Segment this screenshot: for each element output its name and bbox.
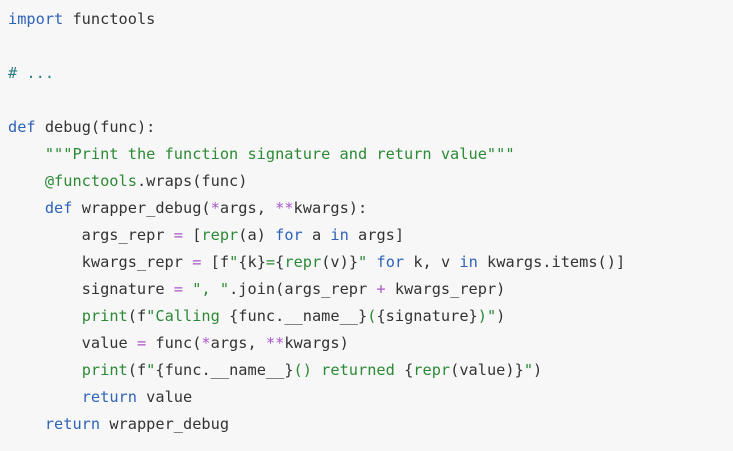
code-token: value: [8, 334, 137, 352]
code-token: in: [459, 253, 478, 271]
code-token: **: [275, 199, 294, 217]
code-token: kwargs): [284, 334, 349, 352]
code-token: return: [44, 415, 101, 433]
code-token: ", ": [192, 280, 230, 298]
code-token: =: [173, 226, 183, 244]
code-token: +: [376, 280, 386, 298]
code-token: wrapper_debug(: [72, 199, 211, 217]
code-token: func(: [146, 334, 202, 352]
code-token: return: [81, 388, 137, 406]
code-token: import: [8, 10, 64, 28]
code-line: args_repr = [repr(a) for a in args]: [8, 222, 733, 249]
code-token: print: [81, 307, 128, 325]
code-token: args,: [219, 199, 276, 217]
code-token: kwargs):: [293, 199, 368, 217]
code-token: {: [404, 361, 414, 379]
code-listing[interactable]: import functools # ... def debug(func): …: [8, 6, 733, 438]
code-token: (v)}: [321, 253, 359, 271]
code-token: repr: [284, 253, 322, 271]
code-line: print(f"{func.__name__}() returned {repr…: [8, 357, 733, 384]
code-token: (value)}: [450, 361, 524, 379]
code-line: @functools.wraps(func): [8, 168, 733, 195]
code-token: )": [477, 307, 497, 325]
code-token: {: [275, 253, 285, 271]
code-token: [f: [201, 253, 230, 271]
code-token: signature: [8, 280, 174, 298]
code-token: for: [275, 226, 303, 244]
code-token: =: [173, 280, 183, 298]
code-token: ": [146, 361, 156, 379]
code-token: @functools: [44, 172, 137, 190]
code-line: print(f"Calling {func.__name__}({signatu…: [8, 303, 733, 330]
code-token: () returned: [293, 361, 405, 379]
code-line: signature = ", ".join(args_repr + kwargs…: [8, 276, 733, 303]
code-token: {signature}: [376, 307, 478, 325]
code-token: ): [533, 361, 543, 379]
code-token: {func.__name__}: [229, 307, 368, 325]
code-line: # ...: [8, 60, 733, 87]
code-token: (f: [127, 307, 147, 325]
code-token: args,: [210, 334, 266, 352]
code-token: *: [201, 334, 211, 352]
code-token: in: [330, 226, 349, 244]
code-token: kwargs_repr): [385, 280, 506, 298]
code-token: (f: [127, 361, 147, 379]
code-line: value = func(*args, **kwargs): [8, 330, 733, 357]
code-token: for: [376, 253, 405, 271]
code-line: def wrapper_debug(*args, **kwargs):: [8, 195, 733, 222]
code-token: =: [265, 253, 276, 271]
code-token: args_repr: [8, 226, 174, 244]
code-token: kwargs_repr: [8, 253, 193, 271]
code-token: functools: [63, 10, 156, 28]
code-token: value: [136, 388, 193, 406]
code-token: =: [136, 334, 147, 352]
code-token: *: [210, 199, 220, 217]
code-line: import functools: [8, 6, 733, 33]
code-line: def debug(func):: [8, 114, 733, 141]
code-token: ": [229, 253, 239, 271]
code-line: return value: [8, 384, 733, 411]
code-token: # ...: [8, 64, 55, 82]
code-token: {k}: [238, 253, 266, 271]
code-token: def: [8, 118, 36, 136]
code-token: print: [81, 361, 128, 379]
code-token: ": [523, 361, 534, 379]
code-token: k, v: [404, 253, 460, 271]
code-token: **: [265, 334, 285, 352]
code-token: .wraps(func): [136, 172, 248, 190]
code-token: repr: [413, 361, 451, 379]
code-token: kwargs.items()]: [477, 253, 626, 271]
code-token: ": [358, 253, 368, 271]
code-token: def: [44, 199, 73, 217]
code-token: debug(func):: [35, 118, 156, 136]
code-token: [: [183, 226, 202, 244]
code-token: ): [496, 307, 506, 325]
code-token: args]: [348, 226, 405, 244]
code-token: wrapper_debug: [100, 415, 230, 433]
code-token: "Calling: [146, 307, 230, 325]
code-token: """Print the function signature and retu…: [44, 145, 515, 163]
code-block: import functools # ... def debug(func): …: [0, 0, 733, 451]
code-line: kwargs_repr = [f"{k}={repr(v)}" for k, v…: [8, 249, 733, 276]
code-line: """Print the function signature and retu…: [8, 141, 733, 168]
code-token: (a): [238, 226, 276, 244]
code-token: a: [302, 226, 331, 244]
code-line: return wrapper_debug: [8, 411, 733, 438]
code-token: repr: [201, 226, 239, 244]
code-token: .join(args_repr: [229, 280, 377, 298]
code-token: {func.__name__}: [155, 361, 294, 379]
